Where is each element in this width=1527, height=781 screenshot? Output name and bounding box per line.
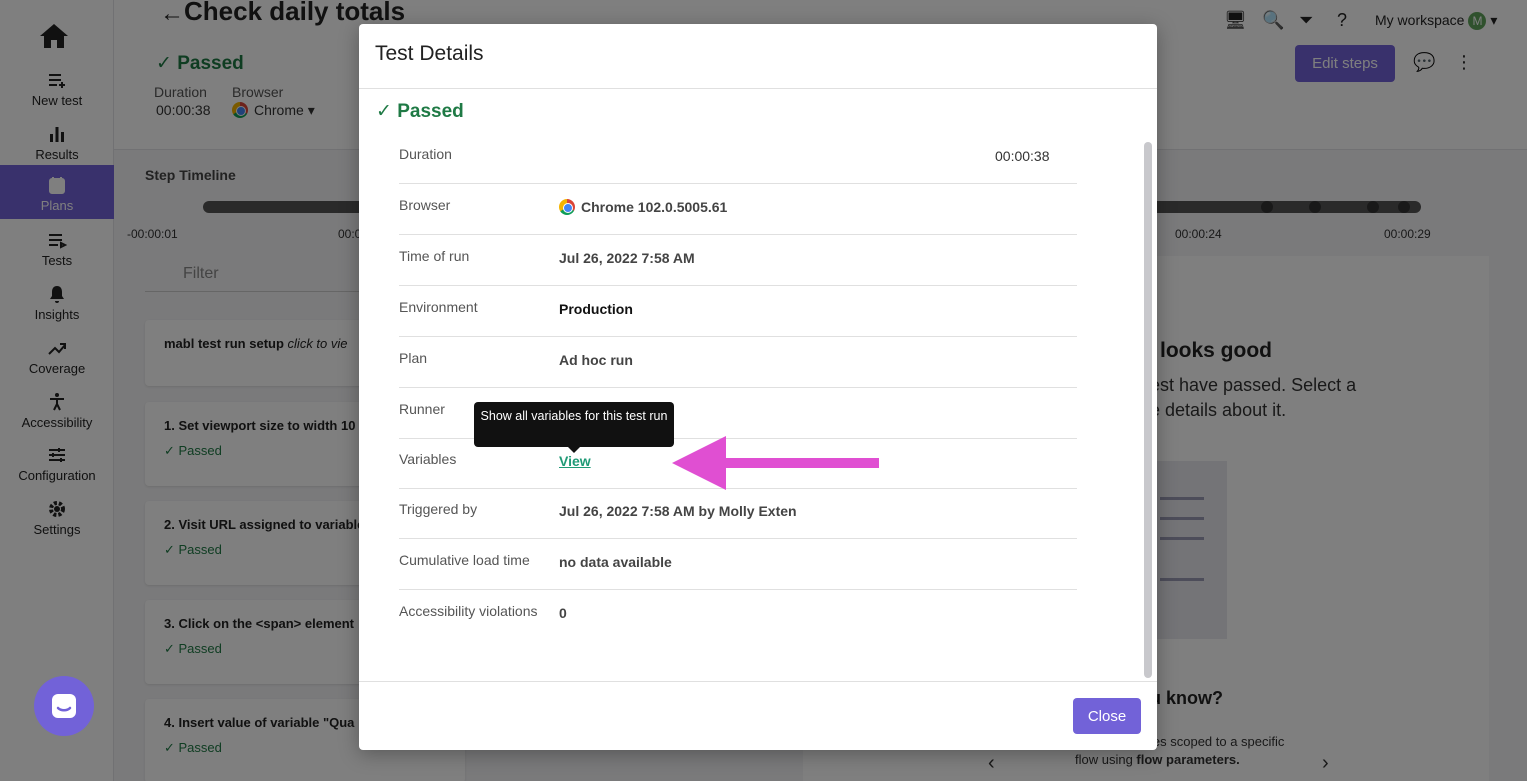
- row-label: Runner: [399, 401, 445, 417]
- row-label: Plan: [399, 350, 428, 366]
- modal-scrollbar[interactable]: [1144, 142, 1152, 678]
- row-label: Cumulative load time: [399, 552, 530, 568]
- row-label: Duration: [399, 146, 452, 162]
- row-label: Triggered by: [399, 501, 478, 517]
- row-label: Accessibility violations: [399, 603, 538, 619]
- detail-row-load-time: Cumulative load time no data available: [399, 539, 1077, 590]
- view-variables-link[interactable]: View: [559, 453, 591, 469]
- detail-row-accessibility: Accessibility violations 0: [399, 590, 1077, 641]
- row-value: Jul 26, 2022 7:58 AM by Molly Exten: [559, 503, 797, 519]
- row-label: Browser: [399, 197, 451, 213]
- detail-row-time-of-run: Time of run Jul 26, 2022 7:58 AM: [399, 235, 1077, 286]
- detail-row-environment: Environment Production: [399, 286, 1077, 337]
- detail-row-browser: Browser Chrome 102.0.5005.61: [399, 184, 1077, 235]
- row-value: Production: [559, 301, 633, 317]
- browser-version: Chrome 102.0.5005.61: [581, 199, 728, 215]
- modal-title: Test Details: [375, 42, 484, 65]
- row-label: Variables: [399, 451, 457, 467]
- row-value: Chrome 102.0.5005.61: [559, 199, 727, 215]
- detail-row-plan: Plan Ad hoc run: [399, 337, 1077, 388]
- detail-row-triggered-by: Triggered by Jul 26, 2022 7:58 AM by Mol…: [399, 488, 1077, 539]
- divider: [359, 88, 1157, 89]
- row-label: Environment: [399, 299, 478, 315]
- row-value: Jul 26, 2022 7:58 AM: [559, 250, 695, 266]
- close-button[interactable]: Close: [1073, 698, 1141, 734]
- chrome-icon: [559, 199, 575, 215]
- row-value: no data available: [559, 554, 672, 570]
- row-value: Ad hoc run: [559, 352, 633, 368]
- annotation-arrow-icon: [672, 436, 879, 490]
- test-details-modal: Test Details ✓ Passed Duration 00:00:38 …: [359, 24, 1157, 750]
- chat-icon: [52, 694, 76, 718]
- modal-status-passed: ✓ Passed: [376, 101, 464, 122]
- chat-button[interactable]: [34, 676, 94, 736]
- detail-row-duration: Duration 00:00:38: [399, 133, 1077, 184]
- modal-status-label: Passed: [397, 101, 464, 122]
- row-label: Time of run: [399, 248, 470, 264]
- row-value: 00:00:38: [995, 148, 1050, 164]
- variables-tooltip: Show all variables for this test run: [474, 402, 674, 453]
- row-value: 0: [559, 605, 567, 621]
- divider: [359, 681, 1157, 682]
